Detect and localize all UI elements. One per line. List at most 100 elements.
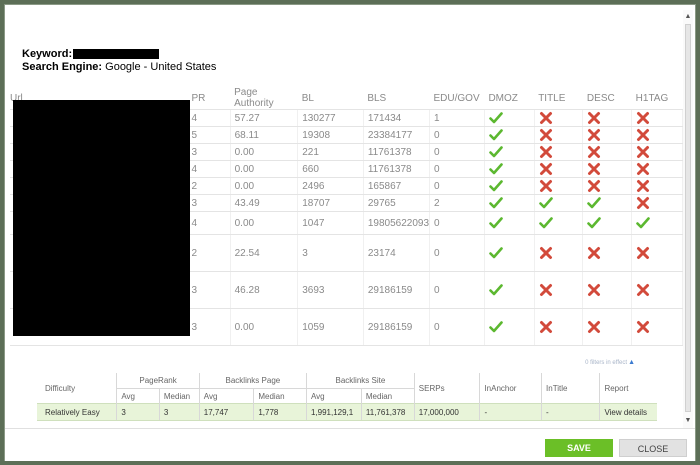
- cell-h1: [631, 234, 683, 272]
- cell-desc: [582, 177, 633, 195]
- cell-desc: [582, 234, 633, 272]
- url-redaction: [13, 100, 190, 336]
- cross-icon: [587, 162, 601, 176]
- cell-pr: 4: [187, 160, 231, 178]
- cell-pa: 0.00: [230, 143, 299, 161]
- check-icon: [489, 179, 503, 193]
- cross-icon: [539, 162, 553, 176]
- scrollbar-thumb[interactable]: [685, 24, 691, 412]
- cell-title: [534, 126, 584, 144]
- cell-pr: 3: [187, 143, 231, 161]
- cell-h1: [631, 160, 683, 178]
- cell-bls: 23384177: [363, 126, 431, 144]
- summary-blp-avg: 17,747: [198, 403, 254, 421]
- save-button[interactable]: SAVE: [545, 439, 613, 457]
- cross-icon: [539, 145, 553, 159]
- cell-title: [534, 308, 584, 346]
- cell-h1: [631, 177, 683, 195]
- vertical-scrollbar[interactable]: ▲ ▼: [683, 10, 693, 428]
- cross-icon: [539, 320, 553, 334]
- summary-col-serps: SERPs: [413, 373, 480, 404]
- cell-dmoz: [484, 308, 535, 346]
- summary-col-report: Report: [599, 373, 657, 404]
- summary-pr-avg: 3: [116, 403, 160, 421]
- cell-edu: 2: [429, 194, 485, 212]
- cell-dmoz: [484, 109, 535, 127]
- cross-icon: [636, 320, 650, 334]
- summary-bls-avg-header: Avg: [305, 388, 362, 404]
- check-icon: [489, 162, 503, 176]
- check-icon: [489, 320, 503, 334]
- summary-blp-avg-header: Avg: [198, 388, 254, 404]
- cross-icon: [539, 246, 553, 260]
- cell-edu: 0: [429, 160, 485, 178]
- view-details-link[interactable]: View details: [599, 403, 657, 421]
- check-icon: [587, 196, 602, 210]
- summary-header-row: Difficulty PageRank Backlinks Page Backl…: [37, 373, 657, 404]
- cell-edu: 0: [429, 271, 485, 309]
- cell-bl: 19308: [297, 126, 364, 144]
- dialog-content: Keyword: Search Engine: Google - United …: [10, 10, 684, 428]
- cell-pr: 2: [187, 234, 231, 272]
- summary-difficulty: Relatively Easy: [37, 403, 117, 421]
- cell-h1: [631, 109, 683, 127]
- cell-pr: 5: [187, 126, 231, 144]
- up-arrow-icon[interactable]: ▲: [628, 359, 635, 366]
- cell-edu: 1: [429, 109, 485, 127]
- check-icon: [636, 216, 650, 230]
- col-dmoz: DMOZ: [484, 87, 535, 110]
- cell-bl: 130277: [297, 109, 364, 127]
- cross-icon: [636, 196, 650, 210]
- check-icon: [489, 111, 503, 125]
- cell-bls: 29765: [363, 194, 431, 212]
- cross-icon: [636, 128, 650, 142]
- check-icon: [489, 128, 503, 142]
- cell-desc: [582, 109, 633, 127]
- cell-pa: 0.00: [230, 308, 299, 346]
- cross-icon: [587, 111, 601, 125]
- cell-bl: 18707: [297, 194, 364, 212]
- cell-pa: 22.54: [230, 234, 299, 272]
- cell-title: [534, 234, 584, 272]
- cross-icon: [587, 320, 601, 334]
- cell-pa: 0.00: [230, 177, 299, 195]
- cell-pa: 0.00: [230, 160, 299, 178]
- keyword-label: Keyword:: [22, 48, 73, 60]
- cell-pa: 43.49: [230, 194, 299, 212]
- check-icon: [489, 196, 503, 210]
- cell-title: [534, 109, 584, 127]
- summary-bls-avg: 1,991,129,1: [305, 403, 362, 421]
- search-engine-label: Search Engine:: [22, 61, 103, 73]
- keyword-redaction: [73, 49, 160, 60]
- summary-table: Difficulty PageRank Backlinks Page Backl…: [37, 373, 657, 421]
- cell-edu: 0: [429, 211, 485, 235]
- cell-dmoz: [484, 143, 535, 161]
- check-icon: [538, 216, 553, 230]
- summary-serps: 17,000,000: [413, 403, 480, 421]
- cell-dmoz: [484, 160, 535, 178]
- cross-icon: [539, 283, 553, 297]
- cell-h1: [631, 143, 683, 161]
- summary-col-backlinks-site: Backlinks Site: [305, 373, 415, 389]
- cell-bl: 1047: [297, 211, 364, 235]
- cell-bl: 3693: [297, 271, 364, 309]
- summary-pr-avg-header: Avg: [116, 388, 160, 404]
- summary-blp-median: 1,778: [253, 403, 307, 421]
- col-h1tag: H1TAG: [631, 87, 683, 110]
- close-button[interactable]: CLOSE: [619, 439, 687, 457]
- cell-title: [534, 177, 584, 195]
- scroll-up-icon[interactable]: ▲: [683, 12, 693, 22]
- cell-pa: 46.28: [230, 271, 299, 309]
- summary-col-difficulty: Difficulty: [37, 373, 117, 404]
- cell-desc: [582, 308, 633, 346]
- keyword-block: Keyword: Search Engine: Google - United …: [22, 48, 216, 74]
- cell-desc: [582, 194, 633, 212]
- scroll-down-icon[interactable]: ▼: [683, 416, 693, 426]
- cell-pr: 3: [187, 271, 231, 309]
- keyword-line: Keyword:: [22, 48, 216, 61]
- cell-dmoz: [484, 234, 535, 272]
- results-dialog: Keyword: Search Engine: Google - United …: [4, 4, 696, 461]
- col-title: TITLE: [534, 87, 583, 110]
- summary-intitle: -: [541, 403, 600, 421]
- col-edu-gov: EDU/GOV: [429, 87, 485, 110]
